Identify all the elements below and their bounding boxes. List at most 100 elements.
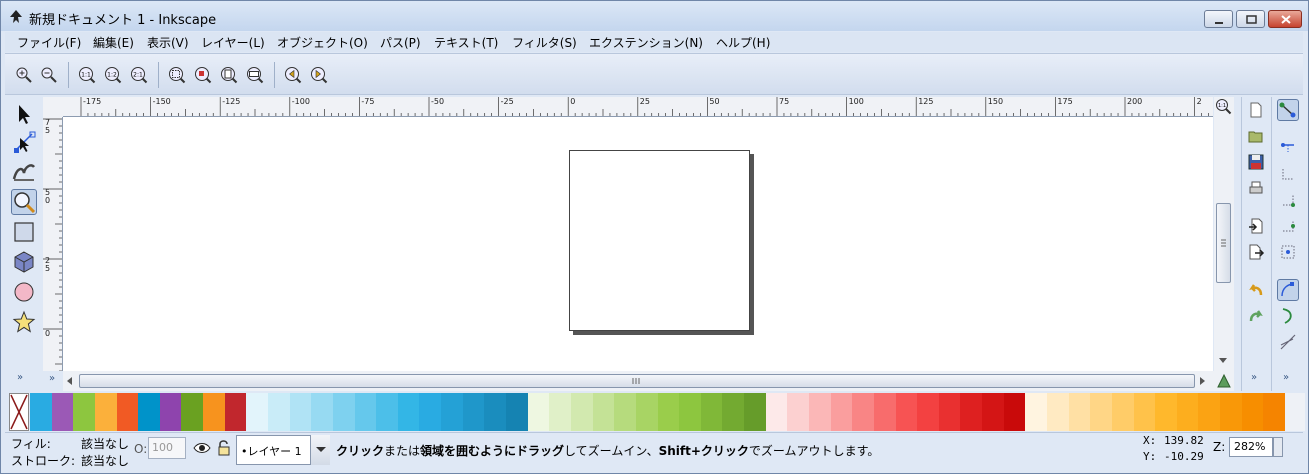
palette-swatch[interactable]: [376, 393, 399, 431]
zoom-selection-icon[interactable]: [168, 66, 186, 84]
palette-swatch[interactable]: [679, 393, 702, 431]
layer-dropdown-button[interactable]: [310, 435, 330, 465]
eye-icon[interactable]: [193, 441, 211, 455]
palette-swatch[interactable]: [51, 393, 74, 431]
palette-swatch[interactable]: [419, 393, 442, 431]
snap-paths-icon[interactable]: [1277, 305, 1299, 327]
selector-tool-icon[interactable]: [11, 101, 37, 127]
zoom-page-icon[interactable]: [220, 66, 238, 84]
zoom-1-1-icon[interactable]: 1:1: [78, 66, 96, 84]
snap-more-button[interactable]: »: [1283, 372, 1289, 383]
zoom-next-icon[interactable]: [310, 66, 328, 84]
palette-swatch[interactable]: [181, 393, 204, 431]
palette-swatch[interactable]: [744, 393, 767, 431]
palette-swatch[interactable]: [614, 393, 637, 431]
palette-swatch[interactable]: [1003, 393, 1026, 431]
stroke-value[interactable]: 該当なし: [81, 452, 129, 469]
palette-swatch[interactable]: [116, 393, 139, 431]
palette-swatch[interactable]: [700, 393, 723, 431]
palette-swatch[interactable]: [138, 393, 161, 431]
commands-more-button[interactable]: »: [1251, 372, 1257, 383]
menu-text[interactable]: テキスト(T): [434, 34, 498, 51]
snap-enable-button[interactable]: [1277, 99, 1299, 121]
toolbox-more-button[interactable]: »: [17, 372, 23, 383]
zoom-spinner[interactable]: [1273, 437, 1283, 457]
menu-extensions[interactable]: エクステンション(N): [589, 34, 703, 51]
zoom-drawing-icon[interactable]: [194, 66, 212, 84]
palette-swatch[interactable]: [397, 393, 420, 431]
snap-bbox-center-icon[interactable]: [1277, 241, 1299, 263]
palette-swatch[interactable]: [268, 393, 291, 431]
palette-swatch[interactable]: [1133, 393, 1156, 431]
opacity-spinbox[interactable]: 100: [148, 437, 186, 459]
new-document-icon[interactable]: [1247, 101, 1265, 119]
menu-path[interactable]: パス(P): [380, 34, 421, 51]
palette-swatch[interactable]: [1046, 393, 1069, 431]
print-document-icon[interactable]: [1247, 179, 1265, 197]
palette-swatch[interactable]: [1263, 393, 1286, 431]
palette-swatch[interactable]: [873, 393, 896, 431]
zoom-previous-icon[interactable]: [284, 66, 302, 84]
palette-swatch[interactable]: [246, 393, 269, 431]
menu-layer[interactable]: レイヤー(L): [201, 34, 265, 51]
palette-swatch[interactable]: [787, 393, 810, 431]
palette-swatch[interactable]: [224, 393, 247, 431]
palette-swatch[interactable]: [332, 393, 355, 431]
palette-swatch[interactable]: [592, 393, 615, 431]
palette-swatch[interactable]: [765, 393, 788, 431]
palette-swatch[interactable]: [30, 393, 52, 431]
palette-swatch[interactable]: [982, 393, 1005, 431]
palette-swatch[interactable]: [830, 393, 853, 431]
document-page[interactable]: [569, 150, 750, 331]
scroll-right-icon[interactable]: [1199, 376, 1207, 386]
3d-box-tool-icon[interactable]: [11, 249, 37, 275]
palette-swatch[interactable]: [1198, 393, 1221, 431]
ellipse-tool-icon[interactable]: [11, 279, 37, 305]
palette-swatch[interactable]: [1090, 393, 1113, 431]
vertical-ruler[interactable]: 7 5 5 0 2 5 0: [43, 117, 63, 371]
palette-swatch[interactable]: [73, 393, 96, 431]
palette-scrollbar[interactable]: [1285, 393, 1305, 431]
palette-swatch[interactable]: [1025, 393, 1048, 431]
palette-swatch[interactable]: [808, 393, 831, 431]
palette-swatch[interactable]: [960, 393, 983, 431]
palette-swatch[interactable]: [657, 393, 680, 431]
palette-swatch[interactable]: [203, 393, 226, 431]
palette-swatch[interactable]: [94, 393, 117, 431]
tweak-tool-icon[interactable]: [11, 157, 37, 183]
palette-swatch[interactable]: [1068, 393, 1091, 431]
snap-intersections-icon[interactable]: [1277, 331, 1299, 353]
scroll-left-icon[interactable]: [65, 376, 73, 386]
fill-value[interactable]: 該当なし: [81, 435, 129, 452]
star-tool-icon[interactable]: [11, 309, 37, 335]
zoom-in-icon[interactable]: [15, 66, 33, 84]
palette-swatch[interactable]: [852, 393, 875, 431]
zoom-out-icon[interactable]: [40, 66, 58, 84]
zoom-correction-icon[interactable]: 1:1: [1215, 98, 1232, 115]
menu-file[interactable]: ファイル(F): [17, 34, 81, 51]
menu-edit[interactable]: 編集(E): [93, 34, 134, 51]
palette-swatch[interactable]: [1220, 393, 1243, 431]
save-document-icon[interactable]: [1247, 153, 1265, 171]
palette-swatch[interactable]: [506, 393, 529, 431]
palette-swatch[interactable]: [311, 393, 334, 431]
palette-swatch[interactable]: [159, 393, 182, 431]
palette-swatch[interactable]: [722, 393, 745, 431]
vertical-scroll-thumb[interactable]: [1216, 203, 1231, 283]
node-tool-icon[interactable]: [11, 129, 37, 155]
undo-icon[interactable]: [1247, 281, 1265, 299]
palette-swatch[interactable]: [441, 393, 464, 431]
palette-swatch[interactable]: [527, 393, 550, 431]
palette-swatch[interactable]: [635, 393, 658, 431]
zoom-2-1-icon[interactable]: 2:1: [130, 66, 148, 84]
palette-swatch[interactable]: [1176, 393, 1199, 431]
menu-view[interactable]: 表示(V): [147, 34, 189, 51]
snap-bbox-icon[interactable]: [1277, 135, 1299, 157]
palette-swatch[interactable]: [917, 393, 940, 431]
palette-swatch[interactable]: [1155, 393, 1178, 431]
palette-swatch[interactable]: [570, 393, 593, 431]
palette-swatch[interactable]: [462, 393, 485, 431]
palette-swatch[interactable]: [1111, 393, 1134, 431]
maximize-button[interactable]: [1236, 10, 1265, 28]
palette-swatch[interactable]: [895, 393, 918, 431]
